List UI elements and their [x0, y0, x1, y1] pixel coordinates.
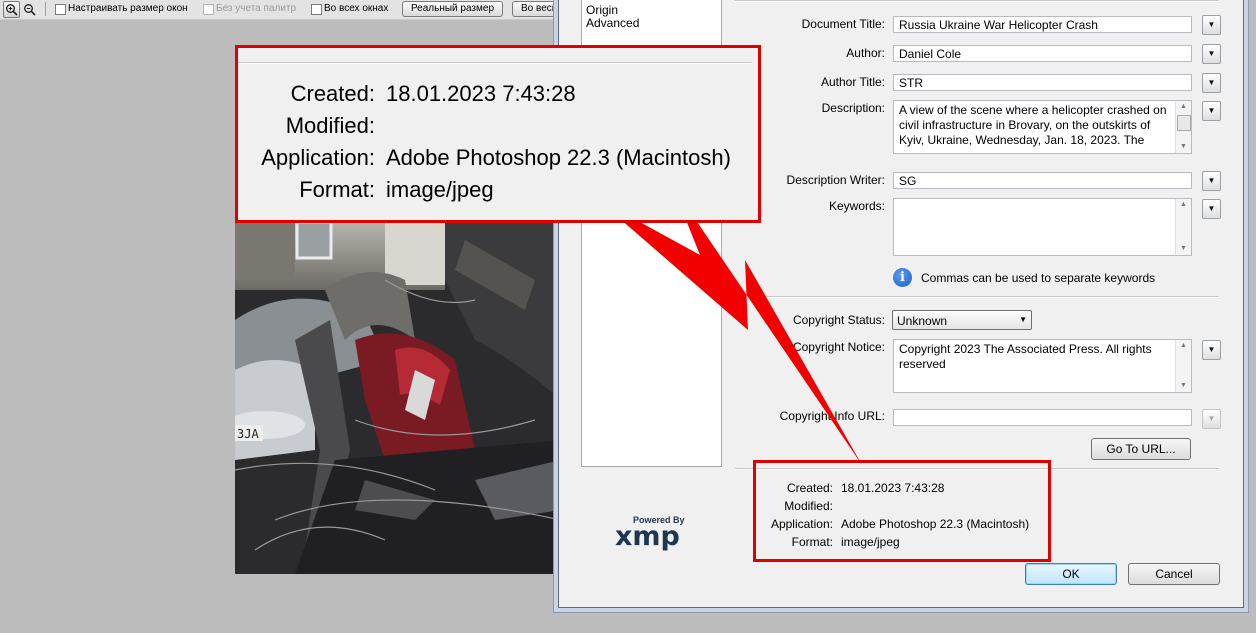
zoom-format-label: Format:: [299, 177, 375, 202]
zoom-application-label: Application:: [261, 145, 375, 170]
zoom-format-value: image/jpeg: [386, 177, 494, 202]
arrow-shape: [596, 185, 862, 465]
zoom-modified-label: Modified:: [285, 113, 375, 138]
callout-divider: [238, 62, 752, 64]
zoom-created-label: Created:: [290, 81, 375, 106]
zoomed-info-callout: Created: 18.01.2023 7:43:28 Modified: Ap…: [235, 45, 761, 223]
zoom-created-value: 18.01.2023 7:43:28: [386, 81, 576, 106]
zoom-application-value: Adobe Photoshop 22.3 (Macintosh): [386, 145, 731, 170]
